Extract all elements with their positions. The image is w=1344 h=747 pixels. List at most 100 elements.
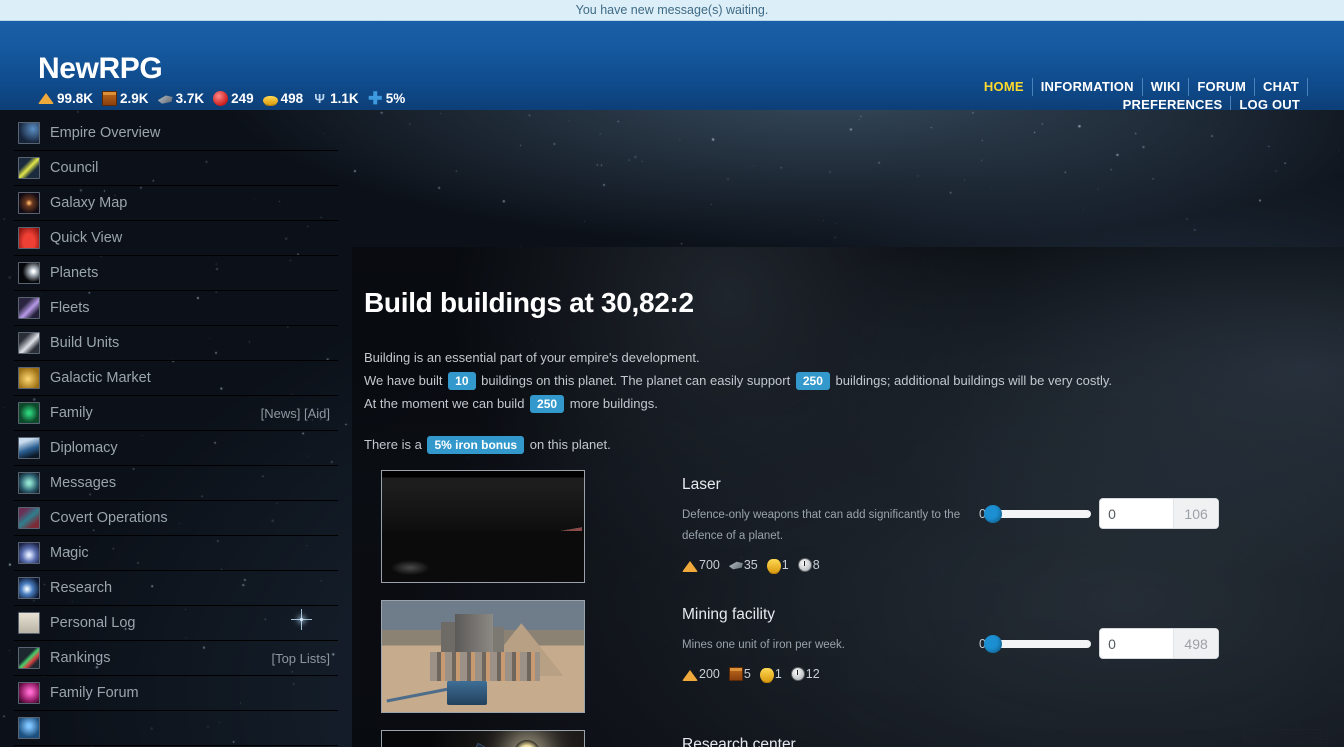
quantity-slider[interactable] — [988, 510, 1091, 518]
cost-item: 1 — [760, 665, 782, 682]
cost-value: 700 — [699, 558, 720, 572]
iron-icon — [682, 667, 698, 681]
building-row: Mining facilityMines one unit of iron pe… — [364, 600, 1344, 730]
quantity-field-group[interactable]: 106 — [1099, 498, 1219, 529]
cost-item: 5 — [729, 667, 751, 681]
sidebar-item-galaxy-map[interactable]: Galaxy Map — [14, 186, 338, 221]
main-sidebar[interactable]: Empire Overview CouncilGalaxy MapQuick Vi… — [0, 110, 338, 747]
intro-3a: At the moment we can build — [364, 396, 524, 411]
sidebar-item-label: Build Units — [50, 335, 119, 351]
cost-value: 5 — [744, 667, 751, 681]
nav-link-log-out[interactable]: LOG OUT — [1231, 96, 1308, 110]
sidebar-item-quick-view[interactable]: Quick View — [14, 221, 338, 256]
sidebar-item-build-units[interactable]: Build Units — [14, 326, 338, 361]
iron-bonus-badge: 5% iron bonus — [427, 436, 524, 454]
intro-text: Building is an essential part of your em… — [364, 347, 1344, 414]
notification-bar: You have new message(s) waiting. — [0, 0, 1344, 21]
quantity-field-group[interactable]: 498 — [1099, 628, 1219, 659]
gold-icon — [767, 559, 781, 573]
sidebar-item-label: Magic — [50, 545, 89, 561]
sidebar-item-more[interactable] — [14, 711, 338, 746]
building-info: Mining facilityMines one unit of iron pe… — [682, 606, 982, 682]
sidebar-item-council[interactable]: Council — [14, 151, 338, 186]
forum-icon — [18, 682, 40, 704]
spaceship-icon — [18, 297, 40, 319]
resource-population: 249 — [213, 91, 254, 106]
sidebar-item-magic[interactable]: Magic — [14, 536, 338, 571]
sidebar-item-extra[interactable]: [News] [Aid] — [261, 406, 330, 421]
cost-value: 35 — [744, 558, 758, 572]
laser-turrets-image[interactable] — [381, 470, 585, 583]
sidebar-item-diplomacy[interactable]: Diplomacy — [14, 431, 338, 466]
building-name: Laser — [682, 476, 982, 494]
desert-mine-image[interactable] — [381, 600, 585, 713]
coins-icon — [18, 367, 40, 389]
cost-value: 8 — [813, 558, 820, 572]
sidebar-item-empire-overview[interactable]: Empire Overview — [14, 116, 338, 151]
resource-health: ✚5% — [368, 91, 406, 106]
nav-link-preferences[interactable]: PREFERENCES — [1115, 96, 1232, 110]
site-title: NewRPG — [38, 54, 410, 84]
satellite-image[interactable] — [381, 730, 585, 747]
moon-icon — [18, 262, 40, 284]
cost-item: 1 — [767, 556, 789, 573]
sidebar-item-label: Galactic Market — [50, 370, 151, 386]
sidebar-item-extra[interactable]: [Top Lists] — [271, 651, 330, 666]
sidebar-item-research[interactable]: Research — [14, 571, 338, 606]
sidebar-item-planets[interactable]: Planets — [14, 256, 338, 291]
nav-link-forum[interactable]: FORUM — [1189, 78, 1255, 96]
nav-link-wiki[interactable]: WIKI — [1143, 78, 1190, 96]
resource-value: 249 — [231, 91, 254, 106]
sidebar-item-family[interactable]: Family[News] [Aid] — [14, 396, 338, 431]
cost-item: 12 — [791, 667, 820, 681]
intro-line-3: At the moment we can build 250 more buil… — [364, 393, 1344, 414]
building-name: Research center — [682, 736, 982, 747]
building-description: Mines one unit of iron per week. — [682, 635, 982, 656]
sidebar-item-galactic-market[interactable]: Galactic Market — [14, 361, 338, 396]
sidebar-item-personal-log[interactable]: Personal Log — [14, 606, 338, 641]
quantity-slider[interactable] — [988, 640, 1091, 648]
rocket-icon — [18, 332, 40, 354]
support-count-chip: 250 — [796, 372, 830, 390]
nav-link-chat[interactable]: CHAT — [1255, 78, 1308, 96]
nav-link-information[interactable]: INFORMATION — [1033, 78, 1143, 96]
intro-line-2: We have built 10 buildings on this plane… — [364, 370, 1344, 391]
envelope-icon — [18, 472, 40, 494]
bonus-suffix: on this planet. — [530, 437, 611, 452]
family-icon — [18, 402, 40, 424]
sidebar-item-rankings[interactable]: Rankings [Top Lists] — [14, 641, 338, 676]
slider-handle[interactable] — [984, 635, 1002, 653]
quantity-input[interactable] — [1100, 629, 1173, 658]
nav-link-home[interactable]: HOME — [976, 78, 1033, 96]
available-count-chip: 250 — [530, 395, 564, 413]
sidebar-item-label: Family Forum — [50, 685, 139, 701]
sidebar-item-label: Empire Overview — [50, 125, 160, 141]
iron-icon — [682, 558, 698, 572]
sidebar-item-family-forum[interactable]: Family Forum — [14, 676, 338, 711]
iron-icon — [38, 93, 54, 104]
building-row: Laser Defence-only weapons that can add s… — [364, 470, 1344, 600]
resource-iron: 99.8K — [38, 91, 93, 106]
intro-3b: more buildings. — [570, 396, 658, 411]
slider-handle[interactable] — [984, 505, 1002, 523]
resource-value: 3.7K — [176, 91, 205, 106]
quantity-max-label: 106 — [1173, 499, 1218, 528]
notification-text: You have new message(s) waiting. — [576, 3, 769, 17]
sidebar-item-label: Rankings — [50, 650, 110, 666]
intro-2c: buildings; additional buildings will be … — [836, 373, 1113, 388]
cost-item: 35 — [729, 558, 758, 572]
quantity-input[interactable] — [1100, 499, 1173, 528]
resource-value: 99.8K — [57, 91, 93, 106]
top-navigation[interactable]: HOMEINFORMATIONWIKIFORUMCHAT PREFERENCESL… — [888, 78, 1308, 110]
sidebar-item-covert-operations[interactable]: Covert Operations — [14, 501, 338, 536]
sidebar-item-fleets[interactable]: Fleets — [14, 291, 338, 326]
chart-icon — [18, 647, 40, 669]
sidebar-item-messages[interactable]: Messages — [14, 466, 338, 501]
page-title: Build buildings at 30,82:2 — [364, 287, 1344, 319]
desc-line-1: Defence-only weapons that can add signif… — [682, 505, 982, 526]
bonus-line: There is a 5% iron bonus on this planet. — [364, 436, 1344, 454]
health-icon: ✚ — [368, 91, 383, 106]
sidebar-item-label: Covert Operations — [50, 510, 168, 526]
clock-icon — [798, 558, 812, 572]
building-row: Research centerThis facility works indep… — [364, 730, 1344, 747]
